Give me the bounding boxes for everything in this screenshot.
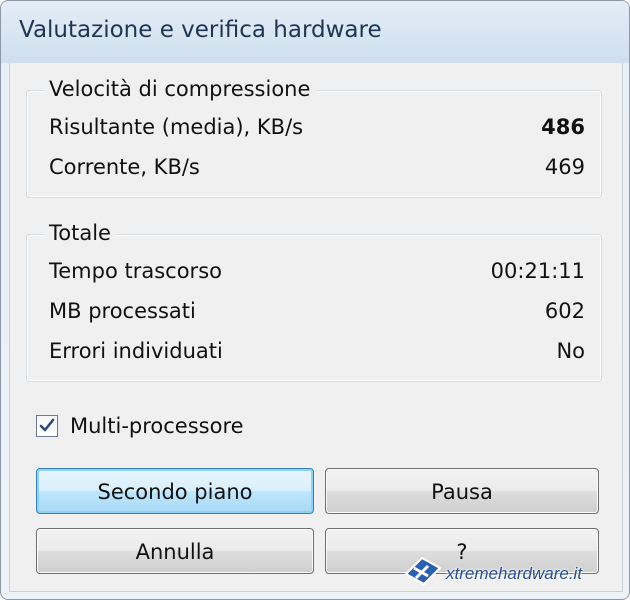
elapsed-time-value: 00:21:11 xyxy=(490,259,585,283)
mb-processed-value: 602 xyxy=(544,299,585,323)
multiprocessor-checkbox[interactable] xyxy=(36,415,58,437)
average-speed-value: 486 xyxy=(541,115,585,139)
checkmark-icon xyxy=(39,418,55,432)
current-speed-row: Corrente, KB/s 469 xyxy=(49,155,585,185)
background-button[interactable]: Secondo piano xyxy=(36,468,314,514)
current-speed-label: Corrente, KB/s xyxy=(49,155,200,179)
watermark-text: xtremehardware.it xyxy=(446,564,583,583)
current-speed-value: 469 xyxy=(544,155,585,179)
totals-legend: Totale xyxy=(43,221,117,245)
window-title: Valutazione e verifica hardware xyxy=(19,17,382,43)
errors-found-value: No xyxy=(556,339,585,363)
totals-group: Totale Tempo trascorso 00:21:11 MB proce… xyxy=(26,221,602,382)
title-bar[interactable]: Valutazione e verifica hardware xyxy=(1,1,629,63)
pause-button[interactable]: Pausa xyxy=(325,468,599,514)
average-speed-row: Risultante (media), KB/s 486 xyxy=(49,115,585,145)
xtremehardware-logo-icon xyxy=(404,556,442,586)
multiprocessor-label[interactable]: Multi-processore xyxy=(70,414,244,438)
errors-found-label: Errori individuati xyxy=(49,339,223,363)
compression-speed-legend: Velocità di compressione xyxy=(43,77,317,101)
elapsed-time-label: Tempo trascorso xyxy=(49,259,222,283)
errors-found-row: Errori individuati No xyxy=(49,339,585,369)
compression-speed-group: Velocità di compressione Risultante (med… xyxy=(26,77,602,198)
mb-processed-label: MB processati xyxy=(49,299,196,323)
cancel-button[interactable]: Annulla xyxy=(36,528,314,574)
average-speed-label: Risultante (media), KB/s xyxy=(49,115,304,139)
elapsed-time-row: Tempo trascorso 00:21:11 xyxy=(49,259,585,289)
mb-processed-row: MB processati 602 xyxy=(49,299,585,329)
